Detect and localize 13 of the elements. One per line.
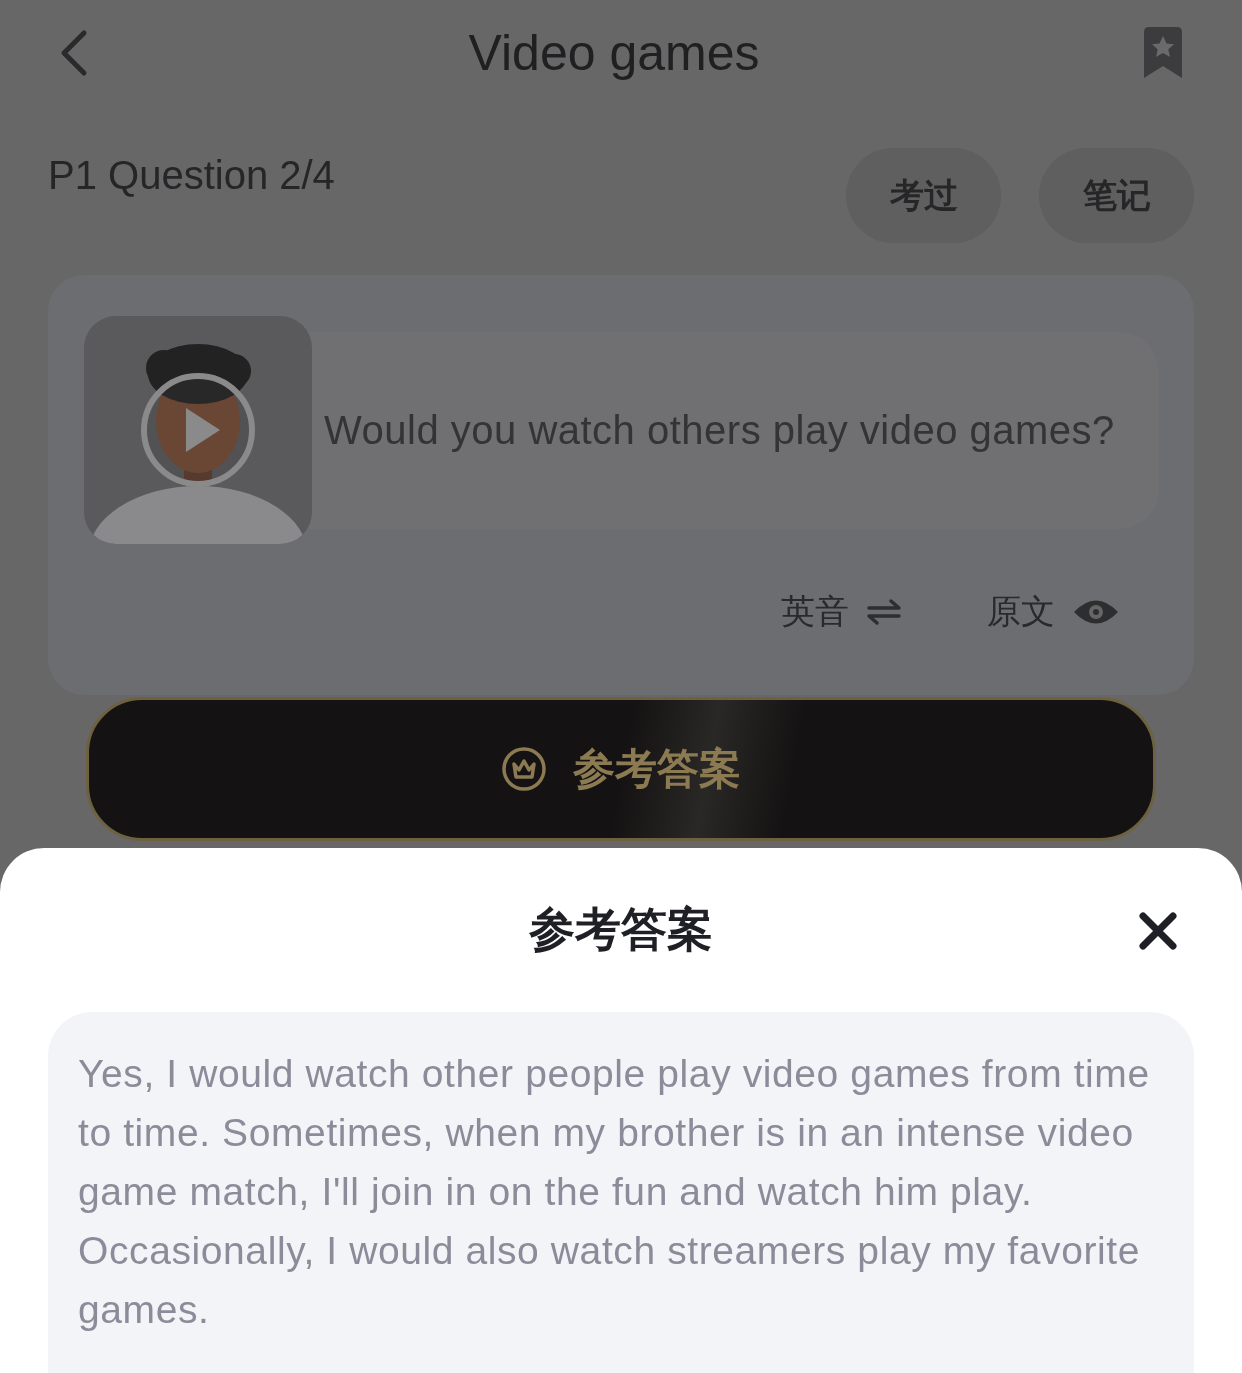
answer-text: Yes, I would watch other people play video games from time to time. Sometimes, when my brother is in an intense video game match, I'll join in on the fun and watch him play. Occasionally, I would also watch streamers play my favorite games. [78, 1051, 1151, 1333]
close-icon[interactable] [1139, 912, 1177, 950]
question-number: P1 Question 2/4 [48, 153, 335, 198]
accent-label[interactable]: 英音 [781, 589, 849, 635]
reference-answer-button[interactable]: 参考答案 [86, 697, 1156, 841]
question-text: Would you watch others play video games? [324, 407, 1115, 454]
play-icon[interactable] [140, 372, 256, 488]
transcript-label[interactable]: 原文 [987, 589, 1055, 635]
swap-icon[interactable] [867, 598, 901, 626]
pill-button[interactable]: 笔记 [1039, 148, 1194, 243]
pill-button[interactable]: 考过 [846, 148, 1001, 243]
page-title: Video games [468, 24, 760, 82]
sheet-title: 参考答案 [529, 902, 713, 957]
